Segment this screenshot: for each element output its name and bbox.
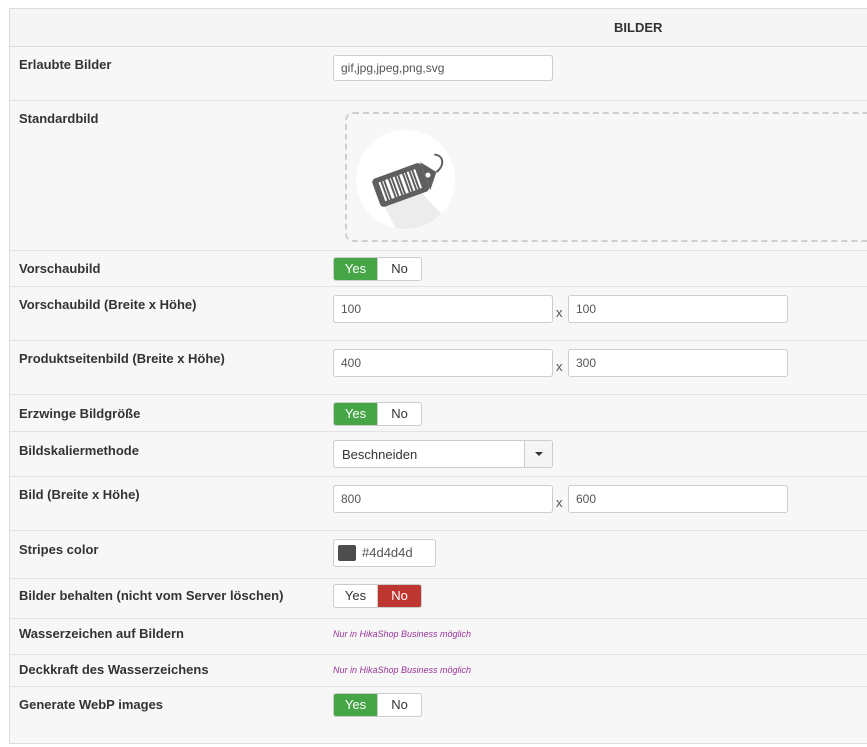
row-watermark-opacity: Deckkraft des Wasserzeichens Nur in Hika… [10,655,867,687]
label-allowed-images: Erlaubte Bilder [19,57,112,72]
scale-method-value: Beschneiden [342,447,418,462]
label-stripes-color: Stripes color [19,542,99,557]
label-watermark: Wasserzeichen auf Bildern [19,626,184,641]
image-height-input[interactable]: 600 [568,485,788,513]
row-thumbnail: Vorschaubild Yes No [10,251,867,287]
stripes-color-value: #4d4d4d [362,545,413,560]
size-separator: x [556,495,563,510]
section-header: BILDER [10,9,867,47]
row-stripes-color: Stripes color #4d4d4d [10,531,867,579]
allowed-images-input[interactable]: gif,jpg,jpeg,png,svg [333,55,553,81]
force-size-toggle: Yes No [333,402,422,426]
thumbnail-width-input[interactable]: 100 [333,295,553,323]
label-thumbnail-size: Vorschaubild (Breite x Höhe) [19,297,197,312]
default-image-dropzone[interactable] [345,112,867,242]
label-keep-images: Bilder behalten (nicht vom Server lösche… [19,588,284,603]
row-thumbnail-size: Vorschaubild (Breite x Höhe) 100 x 100 [10,287,867,341]
keep-images-yes-button[interactable]: Yes [334,585,377,607]
row-scale-method: Bildskaliermethode Beschneiden [10,432,867,477]
color-swatch[interactable] [338,545,356,561]
caret-down-icon[interactable] [524,441,552,467]
thumbnail-height-input[interactable]: 100 [568,295,788,323]
business-only-note: Nur in HikaShop Business möglich [333,629,472,639]
row-product-page-size: Produktseitenbild (Breite x Höhe) 400 x … [10,341,867,395]
row-allowed-images: Erlaubte Bilder gif,jpg,jpeg,png,svg [10,47,867,101]
images-settings-panel: BILDER Erlaubte Bilder gif,jpg,jpeg,png,… [9,8,867,744]
thumbnail-toggle: Yes No [333,257,422,281]
size-separator: x [556,305,563,320]
keep-images-no-button[interactable]: No [377,585,421,607]
label-product-page-size: Produktseitenbild (Breite x Höhe) [19,351,225,366]
label-webp: Generate WebP images [19,697,164,712]
product-page-width-input[interactable]: 400 [333,349,553,377]
thumbnail-no-button[interactable]: No [377,258,421,280]
webp-no-button[interactable]: No [377,694,421,716]
section-title: BILDER [614,20,663,35]
label-thumbnail: Vorschaubild [19,261,101,276]
product-page-height-input[interactable]: 300 [568,349,788,377]
label-default-image: Standardbild [19,111,99,126]
row-default-image: Standardbild [10,101,867,251]
row-watermark: Wasserzeichen auf Bildern Nur in HikaSho… [10,619,867,655]
webp-toggle: Yes No [333,693,422,717]
scale-method-select[interactable]: Beschneiden [333,440,553,468]
webp-yes-button[interactable]: Yes [334,694,377,716]
keep-images-toggle: Yes No [333,584,422,608]
label-force-size: Erzwinge Bildgröße [19,406,141,421]
force-size-yes-button[interactable]: Yes [334,403,377,425]
stripes-color-picker[interactable]: #4d4d4d [333,539,436,567]
label-image-size: Bild (Breite x Höhe) [19,487,140,502]
label-scale-method: Bildskaliermethode [19,443,139,458]
force-size-no-button[interactable]: No [377,403,421,425]
business-only-note: Nur in HikaShop Business möglich [333,665,472,675]
row-webp: Generate WebP images Yes No [10,687,867,742]
thumbnail-yes-button[interactable]: Yes [334,258,377,280]
row-force-size: Erzwinge Bildgröße Yes No [10,395,867,432]
label-watermark-opacity: Deckkraft des Wasserzeichens [19,662,209,677]
size-separator: x [556,359,563,374]
row-image-size: Bild (Breite x Höhe) 800 x 600 [10,477,867,531]
row-keep-images: Bilder behalten (nicht vom Server lösche… [10,579,867,619]
price-tag-icon [356,130,455,229]
image-width-input[interactable]: 800 [333,485,553,513]
